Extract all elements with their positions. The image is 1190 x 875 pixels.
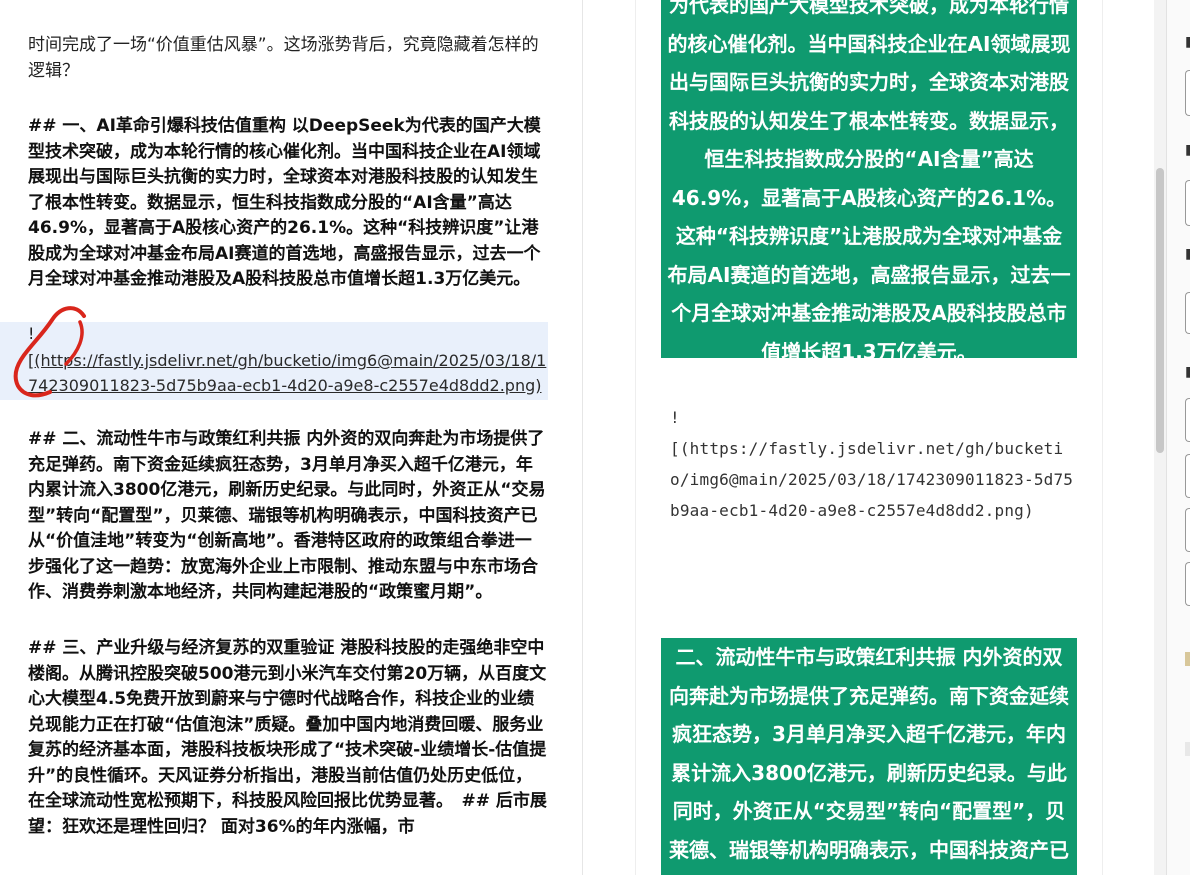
preview-pane[interactable]: 为代表的国产大模型技术突破，成为本轮行情的核心催化剂。当中国科技企业在AI领域展… bbox=[636, 0, 1102, 875]
side-settings-panel: ■ ■ ■ ■ bbox=[1166, 0, 1190, 875]
red-hand-drawn-circle-icon bbox=[13, 306, 86, 398]
side-panel-glyph: ■ bbox=[1185, 142, 1190, 158]
preview-green-block-2: 二、流动性牛市与政策红利共振 内外资的双向奔赴为市场提供了充足弹药。南下资金延续… bbox=[661, 638, 1077, 875]
side-panel-marker bbox=[1185, 652, 1190, 666]
side-panel-input[interactable] bbox=[1185, 508, 1190, 552]
side-panel-input[interactable] bbox=[1185, 398, 1190, 442]
side-panel-input[interactable] bbox=[1185, 70, 1190, 116]
editor-section-2[interactable]: ## 二、流动性牛市与政策红利共振 内外资的双向奔赴为市场提供了充足弹药。南下资… bbox=[28, 427, 548, 606]
side-panel-glyph: ■ bbox=[1185, 246, 1190, 262]
preview-image-bang: ! bbox=[670, 408, 680, 427]
image-markdown-link[interactable]: [(https://fastly.jsdelivr.net/gh/bucketi… bbox=[28, 348, 548, 398]
side-panel-glyph: ■ bbox=[1185, 34, 1190, 50]
preview-image-link: ! [(https://fastly.jsdelivr.net/gh/bucke… bbox=[670, 402, 1076, 526]
side-panel-input[interactable] bbox=[1185, 562, 1190, 606]
side-panel-glyph: ■ bbox=[1185, 364, 1190, 380]
editor-section-1[interactable]: ## 一、AI革命引爆科技估值重构 以DeepSeek为代表的国产大模型技术突破… bbox=[28, 114, 548, 293]
side-panel-input[interactable] bbox=[1185, 454, 1190, 498]
scrollbar-thumb[interactable] bbox=[1156, 168, 1164, 453]
editor-intro-text[interactable]: 时间完成了一场“价值重估风暴”。这场涨势背后，究竟隐藏着怎样的逻辑？ bbox=[28, 33, 548, 84]
side-panel-input[interactable] bbox=[1185, 180, 1190, 226]
side-panel-input[interactable] bbox=[1185, 292, 1190, 334]
markdown-editor[interactable]: 时间完成了一场“价值重估风暴”。这场涨势背后，究竟隐藏着怎样的逻辑？ ## 一、… bbox=[0, 0, 583, 875]
preview-image-url: [(https://fastly.jsdelivr.net/gh/bucketi… bbox=[670, 439, 1074, 520]
editor-section-3[interactable]: ## 三、产业升级与经济复苏的双重验证 港股科技股的走强绝非空中楼阁。从腾讯控股… bbox=[28, 636, 548, 840]
preview-green-block-1: 为代表的国产大模型技术突破，成为本轮行情的核心催化剂。当中国科技企业在AI领域展… bbox=[661, 0, 1077, 364]
side-panel-marker bbox=[1185, 742, 1190, 756]
preview-scrollbar[interactable] bbox=[1154, 0, 1166, 875]
